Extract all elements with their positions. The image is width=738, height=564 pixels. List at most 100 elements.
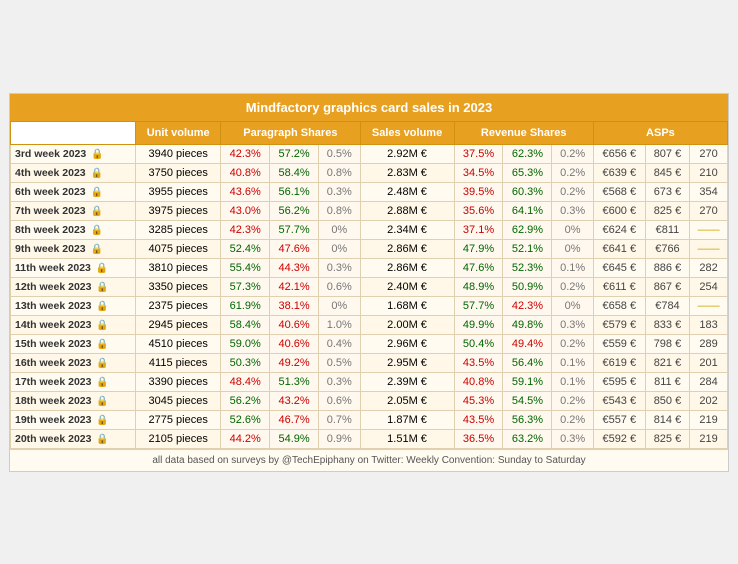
lock-icon: 🔒 — [96, 282, 108, 293]
para1-cell: 59.0% — [221, 334, 270, 353]
para3-cell: 0.8% — [319, 163, 360, 182]
para1-cell: 56.2% — [221, 391, 270, 410]
table-row: 7th week 2023 🔒 3975 pieces 43.0% 56.2% … — [11, 201, 728, 220]
para3-cell: 0.9% — [319, 429, 360, 448]
unit-cell: 2375 pieces — [136, 296, 221, 315]
asp2-cell: €784 — [645, 296, 689, 315]
asp2-cell: €766 — [645, 239, 689, 258]
rev3-cell: 0.1% — [552, 258, 593, 277]
sales-cell: 2.05M € — [360, 391, 454, 410]
data-table: Unit volume Paragraph Shares Sales volum… — [10, 121, 728, 449]
asp1-cell: €619 € — [593, 353, 645, 372]
asp3-cell: 282 — [690, 258, 728, 277]
asp2-cell: 814 € — [645, 410, 689, 429]
unit-cell: 3810 pieces — [136, 258, 221, 277]
week-cell: 16th week 2023 🔒 — [11, 353, 136, 372]
table-row: 4th week 2023 🔒 3750 pieces 40.8% 58.4% … — [11, 163, 728, 182]
rev3-cell: 0.2% — [552, 182, 593, 201]
para3-cell: 0.5% — [319, 353, 360, 372]
rev1-cell: 40.8% — [454, 372, 503, 391]
para2-cell: 51.3% — [270, 372, 319, 391]
sales-cell: 2.86M € — [360, 258, 454, 277]
rev3-cell: 0% — [552, 239, 593, 258]
rev2-cell: 49.8% — [503, 315, 552, 334]
lock-icon: 🔒 — [96, 434, 108, 445]
para1-cell: 40.8% — [221, 163, 270, 182]
rev2-cell: 63.2% — [503, 429, 552, 448]
unit-cell: 3940 pieces — [136, 144, 221, 163]
asp3-cell: —— — [690, 220, 728, 239]
asp2-cell: 886 € — [645, 258, 689, 277]
asp1-cell: €579 € — [593, 315, 645, 334]
para1-cell: 50.3% — [221, 353, 270, 372]
week-cell: 7th week 2023 🔒 — [11, 201, 136, 220]
asp3-cell: —— — [690, 239, 728, 258]
para1-cell: 43.0% — [221, 201, 270, 220]
rev2-cell: 64.1% — [503, 201, 552, 220]
lock-icon: 🔒 — [91, 149, 103, 160]
unit-cell: 3390 pieces — [136, 372, 221, 391]
rev3-cell: 0.1% — [552, 372, 593, 391]
sales-cell: 2.95M € — [360, 353, 454, 372]
asp3-cell: 284 — [690, 372, 728, 391]
rev3-cell: 0% — [552, 296, 593, 315]
asp2-cell: 850 € — [645, 391, 689, 410]
asp1-cell: €658 € — [593, 296, 645, 315]
week-cell: 12th week 2023 🔒 — [11, 277, 136, 296]
asp3-cell: 354 — [690, 182, 728, 201]
rev1-cell: 49.9% — [454, 315, 503, 334]
asp1-cell: €611 € — [593, 277, 645, 296]
week-cell: 11th week 2023 🔒 — [11, 258, 136, 277]
table-row: 18th week 2023 🔒 3045 pieces 56.2% 43.2%… — [11, 391, 728, 410]
lock-icon: 🔒 — [96, 301, 108, 312]
unit-cell: 3350 pieces — [136, 277, 221, 296]
rev1-cell: 50.4% — [454, 334, 503, 353]
table-row: 9th week 2023 🔒 4075 pieces 52.4% 47.6% … — [11, 239, 728, 258]
para1-cell: 61.9% — [221, 296, 270, 315]
para3-cell: 0% — [319, 239, 360, 258]
para3-cell: 0% — [319, 296, 360, 315]
asp3-cell: 210 — [690, 163, 728, 182]
rev2-cell: 42.3% — [503, 296, 552, 315]
table-row: 20th week 2023 🔒 2105 pieces 44.2% 54.9%… — [11, 429, 728, 448]
rev3-cell: 0.2% — [552, 410, 593, 429]
rev2-cell: 49.4% — [503, 334, 552, 353]
para2-cell: 58.4% — [270, 163, 319, 182]
col-header-paragraph: Paragraph Shares — [221, 121, 360, 144]
rev1-cell: 39.5% — [454, 182, 503, 201]
asp2-cell: 867 € — [645, 277, 689, 296]
asp1-cell: €656 € — [593, 144, 645, 163]
rev3-cell: 0.3% — [552, 429, 593, 448]
rev2-cell: 59.1% — [503, 372, 552, 391]
lock-icon: 🔒 — [91, 187, 103, 198]
para3-cell: 0.5% — [319, 144, 360, 163]
lock-icon: 🔒 — [91, 225, 103, 236]
lock-icon: 🔒 — [96, 263, 108, 274]
rev3-cell: 0.3% — [552, 201, 593, 220]
para2-cell: 38.1% — [270, 296, 319, 315]
asp2-cell: 825 € — [645, 201, 689, 220]
footer-text: all data based on surveys by @TechEpipha… — [10, 449, 728, 471]
rev3-cell: 0% — [552, 220, 593, 239]
para2-cell: 42.1% — [270, 277, 319, 296]
para3-cell: 0.3% — [319, 258, 360, 277]
rev1-cell: 43.5% — [454, 353, 503, 372]
week-cell: 14th week 2023 🔒 — [11, 315, 136, 334]
para2-cell: 54.9% — [270, 429, 319, 448]
sales-cell: 2.40M € — [360, 277, 454, 296]
para3-cell: 0.3% — [319, 372, 360, 391]
para1-cell: 57.3% — [221, 277, 270, 296]
col-header-week — [11, 121, 136, 144]
asp1-cell: €641 € — [593, 239, 645, 258]
rev2-cell: 65.3% — [503, 163, 552, 182]
para3-cell: 0.6% — [319, 277, 360, 296]
asp3-cell: 270 — [690, 144, 728, 163]
rev1-cell: 43.5% — [454, 410, 503, 429]
rev3-cell: 0.1% — [552, 353, 593, 372]
unit-cell: 4075 pieces — [136, 239, 221, 258]
title-bar: Mindfactory graphics card sales in 2023 — [10, 94, 728, 121]
para1-cell: 55.4% — [221, 258, 270, 277]
asp1-cell: €557 € — [593, 410, 645, 429]
para2-cell: 57.2% — [270, 144, 319, 163]
lock-icon: 🔒 — [91, 206, 103, 217]
